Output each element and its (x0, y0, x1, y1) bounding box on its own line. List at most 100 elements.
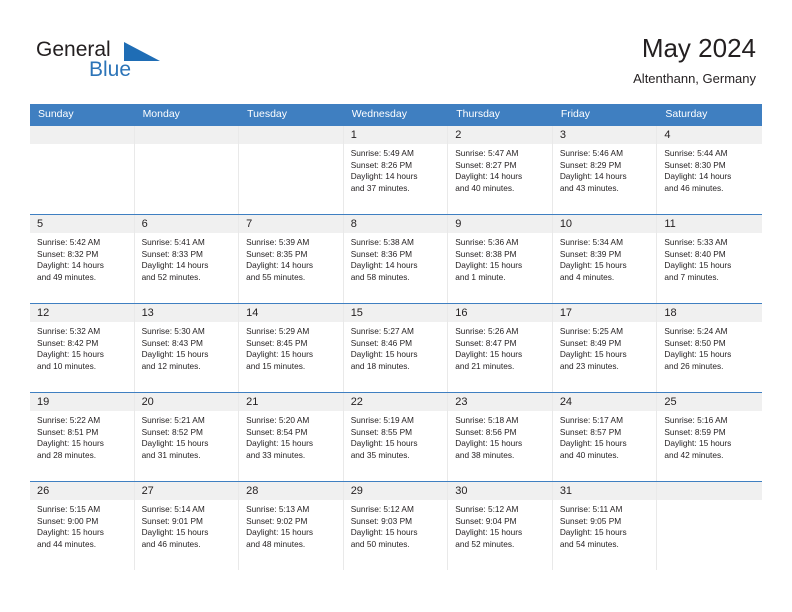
sunset-text: Sunset: 8:39 PM (559, 248, 622, 259)
day-cell[interactable]: 11 Sunrise: 5:33 AM Sunset: 8:40 PM Dayligh… (657, 215, 762, 303)
daylight-text-line2: and 58 minutes. (350, 271, 410, 282)
logo-text-blue: Blue (89, 58, 132, 81)
day-number: 30 (448, 482, 552, 500)
daylight-text-line1: Daylight: 15 hours (37, 349, 104, 360)
daylight-text-line2: and 55 minutes. (246, 271, 306, 282)
day-cell[interactable]: 4 Sunrise: 5:44 AM Sunset: 8:30 PM Daylight… (657, 126, 762, 214)
day-cell[interactable]: 3 Sunrise: 5:46 AM Sunset: 8:29 PM Daylight… (552, 126, 658, 214)
daylight-text-line2: and 38 minutes. (455, 449, 515, 460)
general-blue-logo[interactable]: General Blue (36, 38, 166, 86)
sunrise-text: Sunrise: 5:47 AM (455, 148, 519, 158)
sunrise-text: Sunrise: 5:16 AM (664, 415, 728, 425)
sunset-text: Sunset: 8:32 PM (37, 248, 99, 259)
day-cell[interactable]: 9 Sunrise: 5:36 AM Sunset: 8:38 PM Daylight… (448, 215, 553, 303)
day-cell[interactable]: 8 Sunrise: 5:38 AM Sunset: 8:36 PM Daylight… (343, 215, 449, 303)
daylight-text-line1: Daylight: 15 hours (141, 527, 209, 538)
daylight-text-line1: Daylight: 15 hours (664, 349, 732, 360)
sunrise-text: Sunrise: 5:25 AM (559, 326, 623, 336)
sunrise-text: Sunrise: 5:11 AM (559, 504, 623, 514)
day-cell[interactable]: 16 Sunrise: 5:26 AM Sunset: 8:47 PM Dayligh… (448, 304, 553, 392)
daylight-text-line1: Daylight: 15 hours (246, 527, 313, 538)
day-cell[interactable] (134, 126, 240, 214)
day-number: 13 (134, 304, 239, 322)
day-details: Sunrise: 5:11 AM Sunset: 9:05 PM Daylight:… (553, 500, 657, 550)
daylight-text-line1: Daylight: 15 hours (37, 438, 104, 449)
sunrise-text: Sunrise: 5:39 AM (246, 237, 310, 247)
day-details: Sunrise: 5:12 AM Sunset: 9:03 PM Daylight:… (344, 500, 448, 550)
daylight-text-line2: and 35 minutes. (350, 449, 410, 460)
week-row: 19 Sunrise: 5:22 AM Sunset: 8:51 PM Dayligh… (30, 392, 762, 481)
day-cell[interactable] (239, 126, 344, 214)
day-details: Sunrise: 5:39 AM Sunset: 8:35 PM Daylight:… (239, 233, 343, 283)
day-cell[interactable]: 29 Sunrise: 5:12 AM Sunset: 9:03 PM Dayligh… (343, 482, 449, 570)
day-cell[interactable]: 26 Sunrise: 5:15 AM Sunset: 9:00 PM Dayligh… (30, 482, 135, 570)
sunset-text: Sunset: 9:00 PM (37, 515, 99, 526)
sunset-text: Sunset: 8:35 PM (246, 248, 308, 259)
day-cell[interactable]: 15 Sunrise: 5:27 AM Sunset: 8:46 PM Dayligh… (343, 304, 449, 392)
day-number: 7 (239, 215, 343, 233)
day-cell[interactable]: 12 Sunrise: 5:32 AM Sunset: 8:42 PM Dayligh… (30, 304, 135, 392)
sunset-text: Sunset: 8:42 PM (37, 337, 99, 348)
day-number: 17 (552, 304, 657, 322)
day-cell[interactable]: 17 Sunrise: 5:25 AM Sunset: 8:49 PM Dayligh… (552, 304, 658, 392)
day-cell[interactable]: 31 Sunrise: 5:11 AM Sunset: 9:05 PM Dayligh… (552, 482, 658, 570)
daylight-text-line1: Daylight: 14 hours (455, 171, 523, 182)
day-cell[interactable]: 5 Sunrise: 5:42 AM Sunset: 8:32 PM Daylight… (30, 215, 135, 303)
day-cell[interactable]: 25 Sunrise: 5:16 AM Sunset: 8:59 PM Dayligh… (657, 393, 762, 481)
sunset-text: Sunset: 8:47 PM (455, 337, 517, 348)
day-cell[interactable]: 1 Sunrise: 5:49 AM Sunset: 8:26 PM Daylight… (343, 126, 449, 214)
daylight-text-line1: Daylight: 15 hours (559, 260, 627, 271)
day-number (657, 482, 762, 500)
day-cell[interactable]: 6 Sunrise: 5:41 AM Sunset: 8:33 PM Daylight… (134, 215, 240, 303)
day-cell[interactable]: 19 Sunrise: 5:22 AM Sunset: 8:51 PM Dayligh… (30, 393, 135, 481)
day-cell[interactable] (657, 482, 762, 570)
daylight-text-line1: Daylight: 15 hours (246, 349, 313, 360)
sunset-text: Sunset: 8:57 PM (559, 426, 622, 437)
daylight-text-line1: Daylight: 15 hours (664, 260, 732, 271)
daylight-text-line1: Daylight: 15 hours (37, 527, 104, 538)
day-details (239, 144, 343, 148)
weekday-header-thursday: Thursday (456, 108, 501, 120)
day-cell[interactable]: 14 Sunrise: 5:29 AM Sunset: 8:45 PM Dayligh… (239, 304, 344, 392)
sunrise-text: Sunrise: 5:46 AM (559, 148, 623, 158)
day-cell[interactable]: 10 Sunrise: 5:34 AM Sunset: 8:39 PM Dayligh… (552, 215, 658, 303)
day-details: Sunrise: 5:32 AM Sunset: 8:42 PM Daylight:… (30, 322, 134, 372)
day-cell[interactable] (30, 126, 135, 214)
sunrise-text: Sunrise: 5:49 AM (350, 148, 414, 158)
day-details: Sunrise: 5:22 AM Sunset: 8:51 PM Daylight:… (30, 411, 134, 461)
sunset-text: Sunset: 8:33 PM (141, 248, 203, 259)
day-details: Sunrise: 5:15 AM Sunset: 9:00 PM Daylight:… (30, 500, 134, 550)
sunrise-text: Sunrise: 5:12 AM (350, 504, 414, 514)
day-cell[interactable]: 21 Sunrise: 5:20 AM Sunset: 8:54 PM Dayligh… (239, 393, 344, 481)
sunrise-text: Sunrise: 5:44 AM (664, 148, 728, 158)
day-cell[interactable]: 13 Sunrise: 5:30 AM Sunset: 8:43 PM Dayligh… (134, 304, 240, 392)
daylight-text-line1: Daylight: 14 hours (350, 171, 418, 182)
daylight-text-line1: Daylight: 15 hours (350, 349, 418, 360)
day-cell[interactable]: 28 Sunrise: 5:13 AM Sunset: 9:02 PM Dayligh… (239, 482, 344, 570)
day-details: Sunrise: 5:38 AM Sunset: 8:36 PM Daylight:… (344, 233, 448, 283)
day-cell[interactable]: 27 Sunrise: 5:14 AM Sunset: 9:01 PM Dayligh… (134, 482, 240, 570)
day-number: 23 (448, 393, 552, 411)
day-cell[interactable]: 20 Sunrise: 5:21 AM Sunset: 8:52 PM Dayligh… (134, 393, 240, 481)
weekday-header-friday: Friday (560, 108, 590, 120)
day-details: Sunrise: 5:19 AM Sunset: 8:55 PM Daylight:… (344, 411, 448, 461)
day-details: Sunrise: 5:20 AM Sunset: 8:54 PM Daylight:… (239, 411, 343, 461)
day-cell[interactable]: 24 Sunrise: 5:17 AM Sunset: 8:57 PM Dayligh… (552, 393, 658, 481)
day-number: 10 (552, 215, 657, 233)
weekday-header-saturday: Saturday (665, 108, 708, 120)
sunrise-text: Sunrise: 5:18 AM (455, 415, 519, 425)
sunrise-text: Sunrise: 5:38 AM (350, 237, 414, 247)
day-cell[interactable]: 2 Sunrise: 5:47 AM Sunset: 8:27 PM Daylight… (448, 126, 553, 214)
daylight-text-line2: and 37 minutes. (350, 182, 410, 193)
daylight-text-line1: Daylight: 15 hours (455, 349, 523, 360)
day-cell[interactable]: 18 Sunrise: 5:24 AM Sunset: 8:50 PM Dayligh… (657, 304, 762, 392)
day-cell[interactable]: 7 Sunrise: 5:39 AM Sunset: 8:35 PM Daylight… (239, 215, 344, 303)
day-details: Sunrise: 5:21 AM Sunset: 8:52 PM Daylight:… (135, 411, 239, 461)
day-number: 5 (30, 215, 134, 233)
weekday-header-sunday: Sunday (38, 108, 74, 120)
day-cell[interactable]: 23 Sunrise: 5:18 AM Sunset: 8:56 PM Dayligh… (448, 393, 553, 481)
sunrise-text: Sunrise: 5:12 AM (455, 504, 519, 514)
day-cell[interactable]: 22 Sunrise: 5:19 AM Sunset: 8:55 PM Dayligh… (343, 393, 449, 481)
day-cell[interactable]: 30 Sunrise: 5:12 AM Sunset: 9:04 PM Dayligh… (448, 482, 553, 570)
day-number: 15 (343, 304, 448, 322)
